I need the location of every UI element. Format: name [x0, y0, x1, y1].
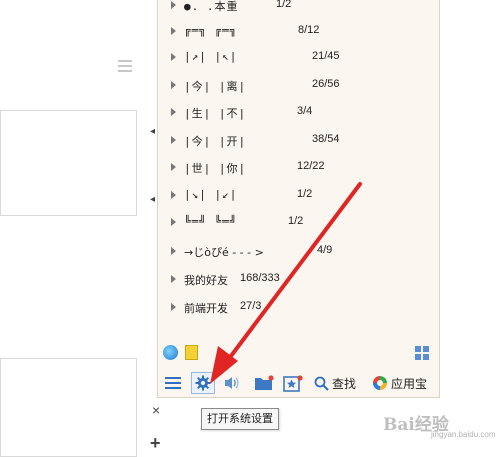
gear-icon [195, 375, 211, 391]
expand-arrow-icon[interactable] [171, 303, 176, 311]
friend-group-name: 我的好友 [184, 274, 228, 287]
friend-group-count: 27/3 [240, 300, 262, 312]
note-icon[interactable] [185, 345, 198, 360]
friend-group-name: |生| |不| [184, 107, 247, 120]
friend-group-count: 1/2 [297, 188, 313, 200]
friend-group-row[interactable]: ●. .本重 1/2 [158, 0, 439, 18]
friend-group-row[interactable]: |↗| |↖| 21/45 [158, 46, 439, 70]
background-app: ◂ ◂ × + [0, 0, 161, 457]
friend-group-count: 12/22 [297, 160, 325, 172]
friend-group-count: 8/12 [298, 24, 320, 36]
folder-icon [255, 375, 274, 390]
friend-group-row[interactable]: →じòぴé - - - > 4/9 [158, 240, 439, 264]
expand-arrow-icon[interactable] [171, 191, 176, 199]
close-icon[interactable]: × [152, 402, 160, 418]
friend-group-row[interactable]: |今| |开| 38/54 [158, 129, 439, 153]
friend-group-name: |↗| |↖| [184, 50, 238, 63]
friend-group-row[interactable]: 我的好友 168/333 [158, 268, 439, 292]
expand-arrow-icon[interactable] [171, 81, 176, 89]
friend-group-count: 1/2 [288, 215, 304, 227]
friend-group-row[interactable]: |生| |不| 3/4 [158, 101, 439, 125]
friend-group-name: →じòぴé - - - > [184, 246, 264, 259]
app-shortcut-icons [163, 345, 203, 363]
content-panel [0, 358, 137, 457]
scroll-mark: ◂ [150, 126, 156, 137]
friend-group-row[interactable]: ╚═╝ ╚═╝ 1/2 [158, 211, 439, 235]
sound-button[interactable] [222, 373, 242, 393]
friend-group-row[interactable]: ╔═╗ ╔═╗ 8/12 [158, 20, 439, 44]
bottom-toolbar: 查找 应用宝 [158, 370, 439, 396]
app-grid-icon[interactable] [415, 346, 429, 360]
search-button[interactable]: 查找 [314, 373, 364, 393]
friend-group-count: 38/54 [312, 133, 340, 145]
friend-group-list: ●. .本重 1/2 ╔═╗ ╔═╗ 8/12 |↗| |↖| 21/45 |今| |离| 2… [158, 0, 439, 328]
friend-group-name: ╔═╗ ╔═╗ [184, 24, 238, 37]
baidu-watermark: Bai经验 jingyan.baidu.com [383, 408, 495, 442]
app-store-button[interactable]: 应用宝 [372, 373, 438, 393]
friend-group-row[interactable]: |世| |你| 12/22 [158, 156, 439, 180]
expand-arrow-icon[interactable] [171, 136, 176, 144]
friend-group-name: |世| |你| [184, 162, 247, 175]
expand-arrow-icon[interactable] [171, 53, 176, 61]
main-menu-button[interactable] [163, 373, 183, 393]
friend-group-count: 3/4 [297, 105, 313, 117]
expand-arrow-icon[interactable] [171, 275, 176, 283]
expand-arrow-icon[interactable] [171, 218, 176, 226]
expand-arrow-icon[interactable] [171, 27, 176, 35]
search-icon [314, 376, 329, 391]
friend-group-name: ╚═╝ ╚═╝ [184, 215, 238, 228]
expand-arrow-icon[interactable] [171, 247, 176, 255]
content-panel [0, 110, 137, 216]
friend-group-count: 1/2 [276, 0, 292, 10]
friend-group-name: |今| |开| [184, 135, 247, 148]
app-store-icon [373, 376, 387, 390]
scroll-mark: ◂ [150, 194, 156, 205]
star-frame-icon [283, 374, 303, 392]
file-manager-button[interactable] [253, 373, 275, 393]
friend-group-name: ●. .本重 [184, 0, 239, 13]
add-icon[interactable]: + [150, 433, 161, 454]
expand-arrow-icon[interactable] [171, 163, 176, 171]
favorites-button[interactable] [282, 373, 304, 393]
speaker-icon [225, 377, 239, 389]
expand-arrow-icon[interactable] [171, 1, 176, 9]
expand-arrow-icon[interactable] [171, 108, 176, 116]
friend-group-row[interactable]: |今| |离| 26/56 [158, 74, 439, 98]
friend-group-row[interactable]: 前端开发 27/3 [158, 296, 439, 320]
watermark-url: jingyan.baidu.com [431, 430, 496, 439]
friend-group-count: 26/56 [312, 78, 340, 90]
settings-button[interactable] [191, 372, 215, 394]
qq-main-panel: ●. .本重 1/2 ╔═╗ ╔═╗ 8/12 |↗| |↖| 21/45 |今| |离| 2… [157, 0, 440, 398]
search-label: 查找 [332, 376, 357, 391]
friend-group-name: |↘| |↙| [184, 188, 238, 201]
settings-tooltip: 打开系统设置 [201, 408, 279, 430]
friend-group-name: 前端开发 [184, 302, 228, 315]
friend-group-row[interactable]: |↘| |↙| 1/2 [158, 184, 439, 208]
globe-icon[interactable] [163, 345, 178, 360]
app-store-label: 应用宝 [391, 376, 428, 391]
friend-group-count: 4/9 [317, 244, 333, 256]
friend-group-name: |今| |离| [184, 80, 247, 93]
friend-group-count: 21/45 [312, 50, 340, 62]
friend-group-count: 168/333 [240, 272, 280, 284]
list-icon[interactable] [118, 60, 132, 72]
